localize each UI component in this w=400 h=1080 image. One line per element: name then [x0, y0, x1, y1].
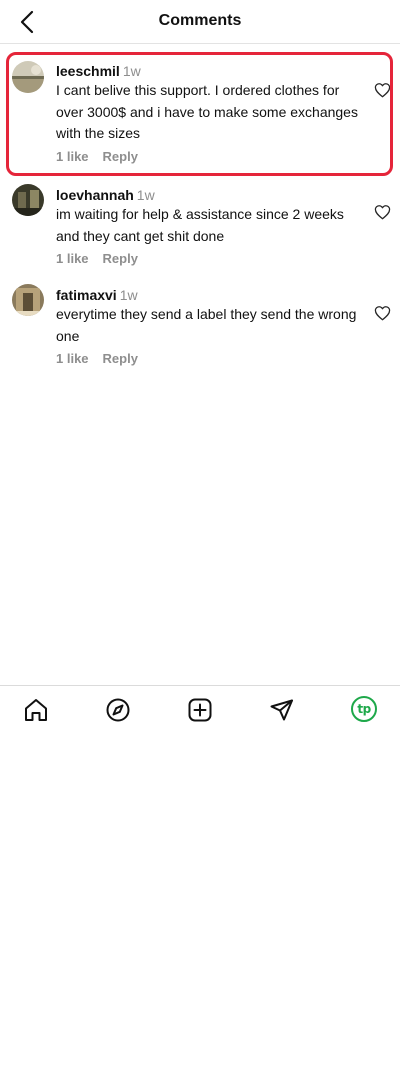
heart-icon [374, 306, 391, 321]
reply-button[interactable]: Reply [103, 251, 138, 266]
tab-explore[interactable] [104, 696, 132, 724]
comment-highlight-box [6, 52, 393, 176]
avatar[interactable] [12, 184, 44, 216]
avatar-image [12, 284, 44, 316]
tab-profile[interactable]: tp [351, 696, 377, 722]
like-button[interactable] [374, 204, 391, 220]
reply-button[interactable]: Reply [103, 351, 138, 366]
page-title: Comments [158, 12, 242, 29]
create-plus-icon [188, 698, 212, 722]
comment-username[interactable]: fatimaxvi [56, 287, 117, 303]
avatar-image [12, 184, 44, 216]
like-count[interactable]: 1 like [56, 251, 89, 266]
direct-send-icon [270, 699, 293, 721]
comment-time: 1w [119, 287, 138, 303]
comment-text: everytime they send a label they send th… [56, 306, 357, 344]
comment-username[interactable]: loevhannah [56, 187, 134, 203]
avatar[interactable] [12, 284, 44, 316]
comment-text: im waiting for help & assistance since 2… [56, 206, 344, 244]
tab-create[interactable] [186, 696, 214, 724]
like-count[interactable]: 1 like [56, 351, 89, 366]
profile-avatar: tp [357, 702, 371, 716]
like-button[interactable] [374, 305, 391, 321]
bottom-tab-bar: tp [0, 685, 400, 733]
heart-icon [374, 205, 391, 220]
tab-direct[interactable] [268, 696, 296, 724]
header: Comments [0, 0, 400, 44]
tab-home[interactable] [22, 696, 50, 724]
comment-time: 1w [136, 187, 155, 203]
explore-compass-icon [106, 698, 130, 722]
home-icon [25, 699, 47, 721]
